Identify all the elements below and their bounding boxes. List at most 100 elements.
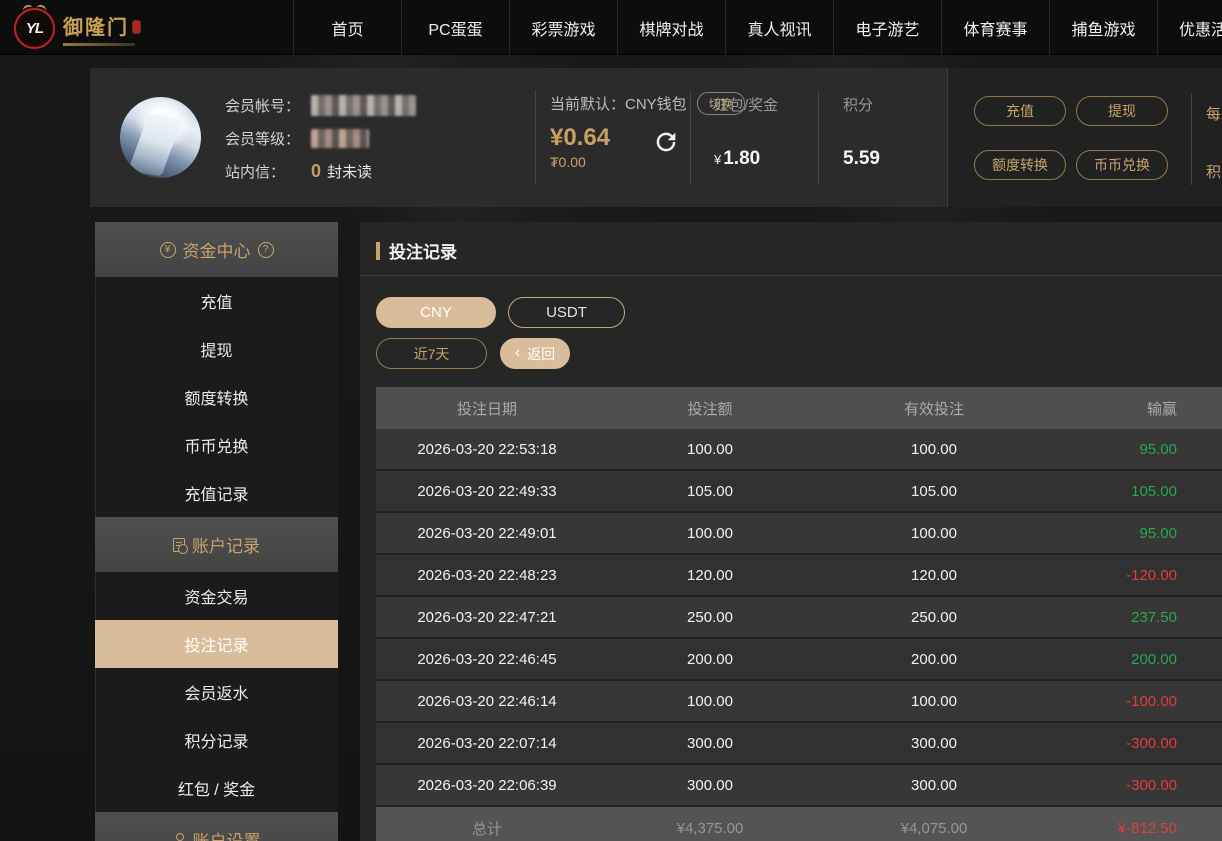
table-row: 2026-03-20 22:07:14300.00300.00-300.00 — [376, 723, 1222, 765]
nav-item-lottery-games[interactable]: 彩票游戏 — [509, 0, 617, 55]
table-total-row: 总计 ¥4,375.00 ¥4,075.00 ¥-812.50 — [376, 807, 1222, 841]
bet-amount-cell: 200.00 — [598, 651, 822, 668]
refresh-balance-icon[interactable] — [652, 128, 680, 156]
sidebar-item-fund-transactions[interactable]: 资金交易 — [95, 572, 338, 620]
sidebar-item-label: 额度转换 — [184, 385, 248, 409]
winloss-cell: 95.00 — [1046, 525, 1222, 542]
brand-seal-icon — [133, 21, 140, 33]
sidebar-item-redpacket-bonus[interactable]: 红包 / 奖金 — [95, 764, 338, 812]
bonus-currency: ¥ — [714, 152, 721, 167]
member-panel: 会员帐号： 会员等级： 站内信： 0 封未读 当前默认：CNY钱包 切换 ¥0.… — [90, 68, 947, 207]
member-level-redacted — [311, 129, 369, 148]
ledger-icon — [173, 538, 185, 552]
sidebar-item-points-records[interactable]: 积分记录 — [95, 716, 338, 764]
sidebar-item-label: 充值记录 — [184, 481, 248, 505]
bet-amount-cell: 100.00 — [598, 693, 822, 710]
default-wallet-label: 当前默认：CNY钱包 — [550, 93, 687, 114]
table-body: 2026-03-20 22:53:18100.00100.0095.002026… — [376, 429, 1222, 807]
table-row: 2026-03-20 22:46:45200.00200.00200.00 — [376, 639, 1222, 681]
winloss-cell: -120.00 — [1046, 567, 1222, 584]
valid-bet-cell: 120.00 — [822, 567, 1046, 584]
betting-records-table: 投注日期 投注额 有效投注 输赢 2026-03-20 22:53:18 100.… — [376, 387, 1222, 841]
valid-bet-cell: 100.00 — [822, 441, 1046, 458]
bet-date-cell: 2026-03-20 22:49:01 — [376, 525, 598, 542]
brand-text: 御隆门 — [63, 11, 140, 46]
divider — [535, 90, 536, 185]
bet-date-cell: 2026-03-20 22:53:18 — [376, 441, 598, 458]
table-row: 2026-03-20 22:49:33105.00105.00105.00 — [376, 471, 1222, 513]
brand-logo-icon: YL — [14, 8, 55, 49]
avatar[interactable] — [120, 97, 201, 178]
account-label: 会员帐号： — [225, 95, 311, 116]
sidebar-section-title: 账户记录 — [192, 532, 260, 557]
main-content: 投注记录 CNY USDT 近7天 ‹ 返回 投注日期 投注额 有效投注 输赢 … — [360, 222, 1222, 841]
nav-item-promotions[interactable]: 优惠活动 — [1157, 0, 1222, 55]
inbox-label: 站内信： — [225, 161, 311, 182]
valid-bet-cell: 250.00 — [822, 609, 1046, 626]
sidebar-item-label: 资金交易 — [184, 584, 248, 608]
brand-logo[interactable]: YL 御隆门 — [14, 6, 140, 50]
bet-date-cell: 2026-03-20 22:49:33 — [376, 483, 598, 500]
table-row: 2026-03-20 22:49:01100.00100.0095.00 — [376, 513, 1222, 555]
sidebar-item-recharge-records[interactable]: 充值记录 — [95, 469, 338, 517]
nav-item-pc-dandan[interactable]: PC蛋蛋 — [401, 0, 509, 55]
sidebar-item-recharge[interactable]: 充值 — [95, 277, 338, 325]
action-quota-transfer-button[interactable]: 额度转换 — [974, 150, 1066, 180]
nav-item-home[interactable]: 首页 — [293, 0, 401, 55]
header-bet-amount: 投注额 — [598, 398, 822, 419]
table-row: 2026-03-20 22:48:23120.00120.00-120.00 — [376, 555, 1222, 597]
sidebar-item-withdraw[interactable]: 提现 — [95, 325, 338, 373]
points-label: 积分 — [843, 94, 880, 115]
bonus-label: 红包/奖金 — [714, 94, 778, 115]
nav-item-label: 体育赛事 — [963, 16, 1027, 40]
valid-bet-cell: 300.00 — [822, 777, 1046, 794]
user-icon — [173, 833, 186, 841]
valid-bet-cell: 100.00 — [822, 693, 1046, 710]
bet-date-cell: 2026-03-20 22:07:14 — [376, 735, 598, 752]
table-header-row: 投注日期 投注额 有效投注 输赢 — [376, 387, 1222, 429]
nav-item-board-games[interactable]: 棋牌对战 — [617, 0, 725, 55]
sidebar-item-label: 会员返水 — [184, 680, 248, 704]
nav-item-label: 电子游艺 — [855, 16, 919, 40]
bonus-value: 1.80 — [723, 148, 760, 169]
back-button[interactable]: ‹ 返回 — [500, 338, 570, 369]
tab-usdt[interactable]: USDT — [508, 297, 625, 328]
nav-item-electronic-games[interactable]: 电子游艺 — [833, 0, 941, 55]
nav-menu: 首页PC蛋蛋彩票游戏棋牌对战真人视讯电子游艺 体育赛事捕鱼游戏优惠活动 — [293, 0, 1222, 55]
page-title: 投注记录 — [389, 238, 457, 263]
sidebar-section-account-records: 账户记录 — [95, 517, 338, 572]
sidebar-item-label: 提现 — [200, 337, 232, 361]
table-row: 2026-03-20 22:53:18100.00100.0095.00 — [376, 429, 1222, 471]
sidebar-item-member-rebate[interactable]: 会员返水 — [95, 668, 338, 716]
points-stat: 积分 5.59 — [843, 94, 880, 170]
action-coin-exchange-button[interactable]: 币币兑换 — [1076, 150, 1168, 180]
table-row: 2026-03-20 22:46:14100.00100.00-100.00 — [376, 681, 1222, 723]
brand-logo-letters: YL — [26, 20, 43, 37]
tab-cny[interactable]: CNY — [376, 297, 496, 328]
top-nav: YL 御隆门 首页PC蛋蛋彩票游戏棋牌对战真人视讯电子游艺 体育赛事捕鱼游戏优惠活… — [0, 0, 1222, 55]
bet-date-cell: 2026-03-20 22:46:14 — [376, 693, 598, 710]
brand-name: 御隆门 — [63, 11, 129, 40]
bet-amount-cell: 120.00 — [598, 567, 822, 584]
sidebar-item-quota-transfer[interactable]: 额度转换 — [95, 373, 338, 421]
sidebar-item-betting-records[interactable]: 投注记录 — [95, 620, 338, 668]
nav-item-sports[interactable]: 体育赛事 — [941, 0, 1049, 55]
nav-item-fishing-games[interactable]: 捕鱼游戏 — [1049, 0, 1157, 55]
bet-date-cell: 2026-03-20 22:06:39 — [376, 777, 598, 794]
action-withdraw-button[interactable]: 提现 — [1076, 96, 1168, 126]
sidebar-item-label: 投注记录 — [184, 632, 248, 656]
help-icon[interactable]: ? — [258, 242, 274, 258]
points-value: 5.59 — [843, 148, 880, 169]
title-accent-bar — [376, 242, 380, 260]
date-filter-button[interactable]: 近7天 — [376, 338, 487, 369]
action-recharge-button[interactable]: 充值 — [974, 96, 1066, 126]
bet-date-cell: 2026-03-20 22:47:21 — [376, 609, 598, 626]
winloss-cell: -300.00 — [1046, 777, 1222, 794]
divider — [360, 275, 1222, 276]
brand-tagline — [63, 43, 135, 46]
edge-partial-label: 每 — [1206, 103, 1221, 124]
sidebar-item-coin-exchange[interactable]: 币币兑换 — [95, 421, 338, 469]
sidebar-item-label: 积分记录 — [184, 728, 248, 752]
inbox-unread-count[interactable]: 0 — [311, 161, 321, 182]
nav-item-live-casino[interactable]: 真人视讯 — [725, 0, 833, 55]
